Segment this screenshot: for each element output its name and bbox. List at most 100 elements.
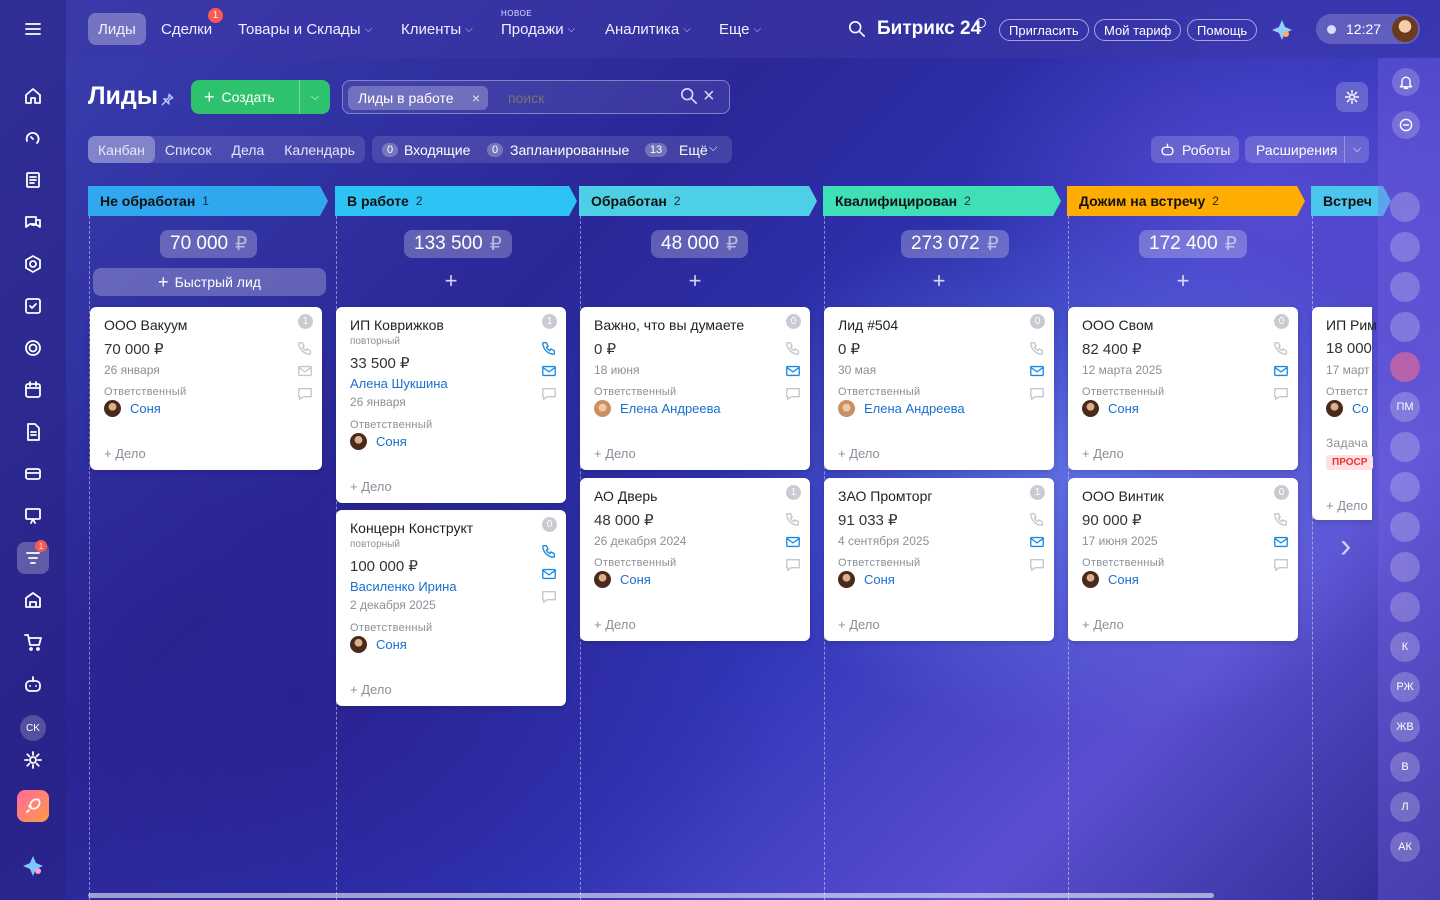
nav-analytics[interactable]: Аналитика ⌵ — [595, 13, 701, 45]
lead-title[interactable]: ИП Коврижков — [350, 317, 444, 333]
pin-icon[interactable] — [160, 92, 175, 112]
hamburger-icon[interactable] — [17, 13, 49, 45]
phone-icon[interactable] — [785, 511, 801, 527]
contact-avatar[interactable] — [1390, 192, 1420, 222]
scroll-right-icon[interactable]: › — [1340, 527, 1351, 566]
contact-link[interactable]: Алена Шукшина — [350, 376, 448, 391]
brand-logo[interactable]: Битрикс 24 — [877, 18, 981, 40]
mail-icon[interactable] — [785, 534, 801, 550]
close-icon[interactable]: × — [472, 90, 480, 106]
responsible-user[interactable]: Соня — [104, 400, 161, 417]
contact-avatar[interactable] — [1390, 592, 1420, 622]
add-activity-button[interactable]: + Дело — [838, 446, 880, 461]
search-icon[interactable] — [680, 87, 698, 110]
add-lead-icon[interactable]: + — [685, 270, 705, 292]
incoming-filter[interactable]: Входящие — [404, 142, 470, 158]
contact-avatar[interactable] — [1390, 512, 1420, 542]
responsible-user[interactable]: Елена Андреева — [594, 400, 721, 417]
add-activity-button[interactable]: + Дело — [350, 682, 392, 697]
phone-icon[interactable] — [541, 340, 557, 356]
gear-icon[interactable] — [1336, 82, 1368, 112]
responsible-user[interactable]: Елена Андреева — [838, 400, 965, 417]
time-widget[interactable]: 12:27 — [1316, 14, 1420, 44]
presentation-icon[interactable] — [17, 500, 49, 532]
column-header[interactable]: Не обработан 1 — [88, 186, 328, 216]
contact-avatar[interactable]: В — [1390, 752, 1420, 782]
horizontal-scrollbar[interactable] — [88, 893, 1214, 898]
lead-card[interactable]: ИП Коврижков 1 повторный 33 500 ₽ Алена Шукш… — [336, 307, 566, 503]
home-icon[interactable] — [17, 80, 49, 112]
lead-card[interactable]: АО Дверь 1 48 000 ₽ 26 декабря 2024 Ответств… — [580, 478, 810, 641]
responsible-user[interactable]: Соня — [350, 636, 407, 653]
bot-icon[interactable] — [17, 668, 49, 700]
contact-link[interactable]: Василенко Ирина — [350, 579, 457, 594]
ck-icon[interactable]: CK — [17, 712, 49, 744]
column-header[interactable]: Дожим на встречу 2 — [1067, 186, 1305, 216]
lead-title[interactable]: Лид #504 — [838, 317, 898, 333]
phone-icon[interactable] — [785, 340, 801, 356]
add-activity-button[interactable]: + Дело — [594, 446, 636, 461]
lead-card[interactable]: ЗАО Промторг 1 91 033 ₽ 4 сентября 2025 Отве… — [824, 478, 1054, 641]
contact-avatar[interactable] — [1390, 472, 1420, 502]
nav-leads[interactable]: Лиды — [88, 13, 146, 45]
contact-avatar[interactable]: К — [1390, 632, 1420, 662]
lead-title[interactable]: ЗАО Промторг — [838, 488, 932, 504]
copilot-icon[interactable] — [17, 850, 49, 882]
add-activity-button[interactable]: + Дело — [838, 617, 880, 632]
contact-avatar[interactable] — [1390, 272, 1420, 302]
lead-card[interactable]: Лид #504 0 0 ₽ 30 мая Ответственный Елена Анд… — [824, 307, 1054, 470]
bell-icon[interactable] — [1392, 68, 1420, 96]
mail-icon[interactable] — [785, 363, 801, 379]
responsible-user[interactable]: Соня — [1082, 400, 1139, 417]
filter-tag[interactable]: Лиды в работе × — [348, 86, 488, 110]
tab-activities[interactable]: Дела — [221, 136, 274, 163]
add-lead-icon[interactable]: + — [1173, 270, 1193, 292]
tab-kanban[interactable]: Канбан — [88, 136, 155, 163]
create-button[interactable]: + Создать ⌵ — [191, 80, 330, 114]
responsible-user[interactable]: Соня — [838, 571, 895, 588]
tasks-icon[interactable] — [17, 290, 49, 322]
invite-button[interactable]: Пригласить — [999, 19, 1089, 41]
calendar-icon[interactable] — [17, 374, 49, 406]
cart-icon[interactable] — [17, 626, 49, 658]
tab-list[interactable]: Список — [155, 136, 222, 163]
contact-avatar[interactable]: РЖ — [1390, 672, 1420, 702]
mail-icon[interactable] — [541, 566, 557, 582]
lead-title[interactable]: ООО Винтик — [1082, 488, 1164, 504]
contact-avatar[interactable]: Л — [1390, 792, 1420, 822]
contact-avatar[interactable] — [1390, 232, 1420, 262]
column-header[interactable]: В работе 2 — [335, 186, 577, 216]
tab-calendar[interactable]: Календарь — [274, 136, 365, 163]
lead-card[interactable]: ООО Винтик 0 90 000 ₽ 17 июня 2025 Ответстве… — [1068, 478, 1298, 641]
circle-icon[interactable] — [17, 332, 49, 364]
phone-icon[interactable] — [1273, 511, 1289, 527]
phone-icon[interactable] — [297, 340, 313, 356]
comment-icon[interactable] — [1273, 557, 1289, 573]
add-activity-button[interactable]: + Дело — [350, 479, 392, 494]
comment-icon[interactable] — [297, 386, 313, 402]
extensions-button[interactable]: Расширения ⌵ — [1245, 136, 1369, 163]
contact-avatar[interactable]: ЖВ — [1390, 712, 1420, 742]
mail-icon[interactable] — [541, 363, 557, 379]
column-header[interactable]: Обработан 2 — [579, 186, 817, 216]
comment-icon[interactable] — [541, 589, 557, 605]
responsible-user[interactable]: Со — [1326, 400, 1369, 417]
mail-icon[interactable] — [1029, 534, 1045, 550]
search-input[interactable] — [508, 87, 668, 109]
comment-icon[interactable] — [1029, 557, 1045, 573]
add-lead-icon[interactable]: + — [929, 270, 949, 292]
mail-icon[interactable] — [1273, 363, 1289, 379]
comment-icon[interactable] — [541, 386, 557, 402]
store-icon[interactable] — [17, 584, 49, 616]
global-search-icon[interactable] — [848, 20, 866, 43]
responsible-user[interactable]: Соня — [594, 571, 651, 588]
comment-icon[interactable] — [1273, 386, 1289, 402]
phone-icon[interactable] — [1273, 340, 1289, 356]
contact-avatar[interactable]: АК — [1390, 832, 1420, 862]
rocket-icon[interactable] — [17, 790, 49, 822]
lead-title[interactable]: Важно, что вы думаете — [594, 317, 744, 333]
nav-more[interactable]: Еще ⌵ — [709, 13, 771, 45]
ai-icon[interactable] — [17, 248, 49, 280]
add-activity-button[interactable]: + Дело — [104, 446, 146, 461]
contact-avatar[interactable]: ПМ — [1390, 392, 1420, 422]
